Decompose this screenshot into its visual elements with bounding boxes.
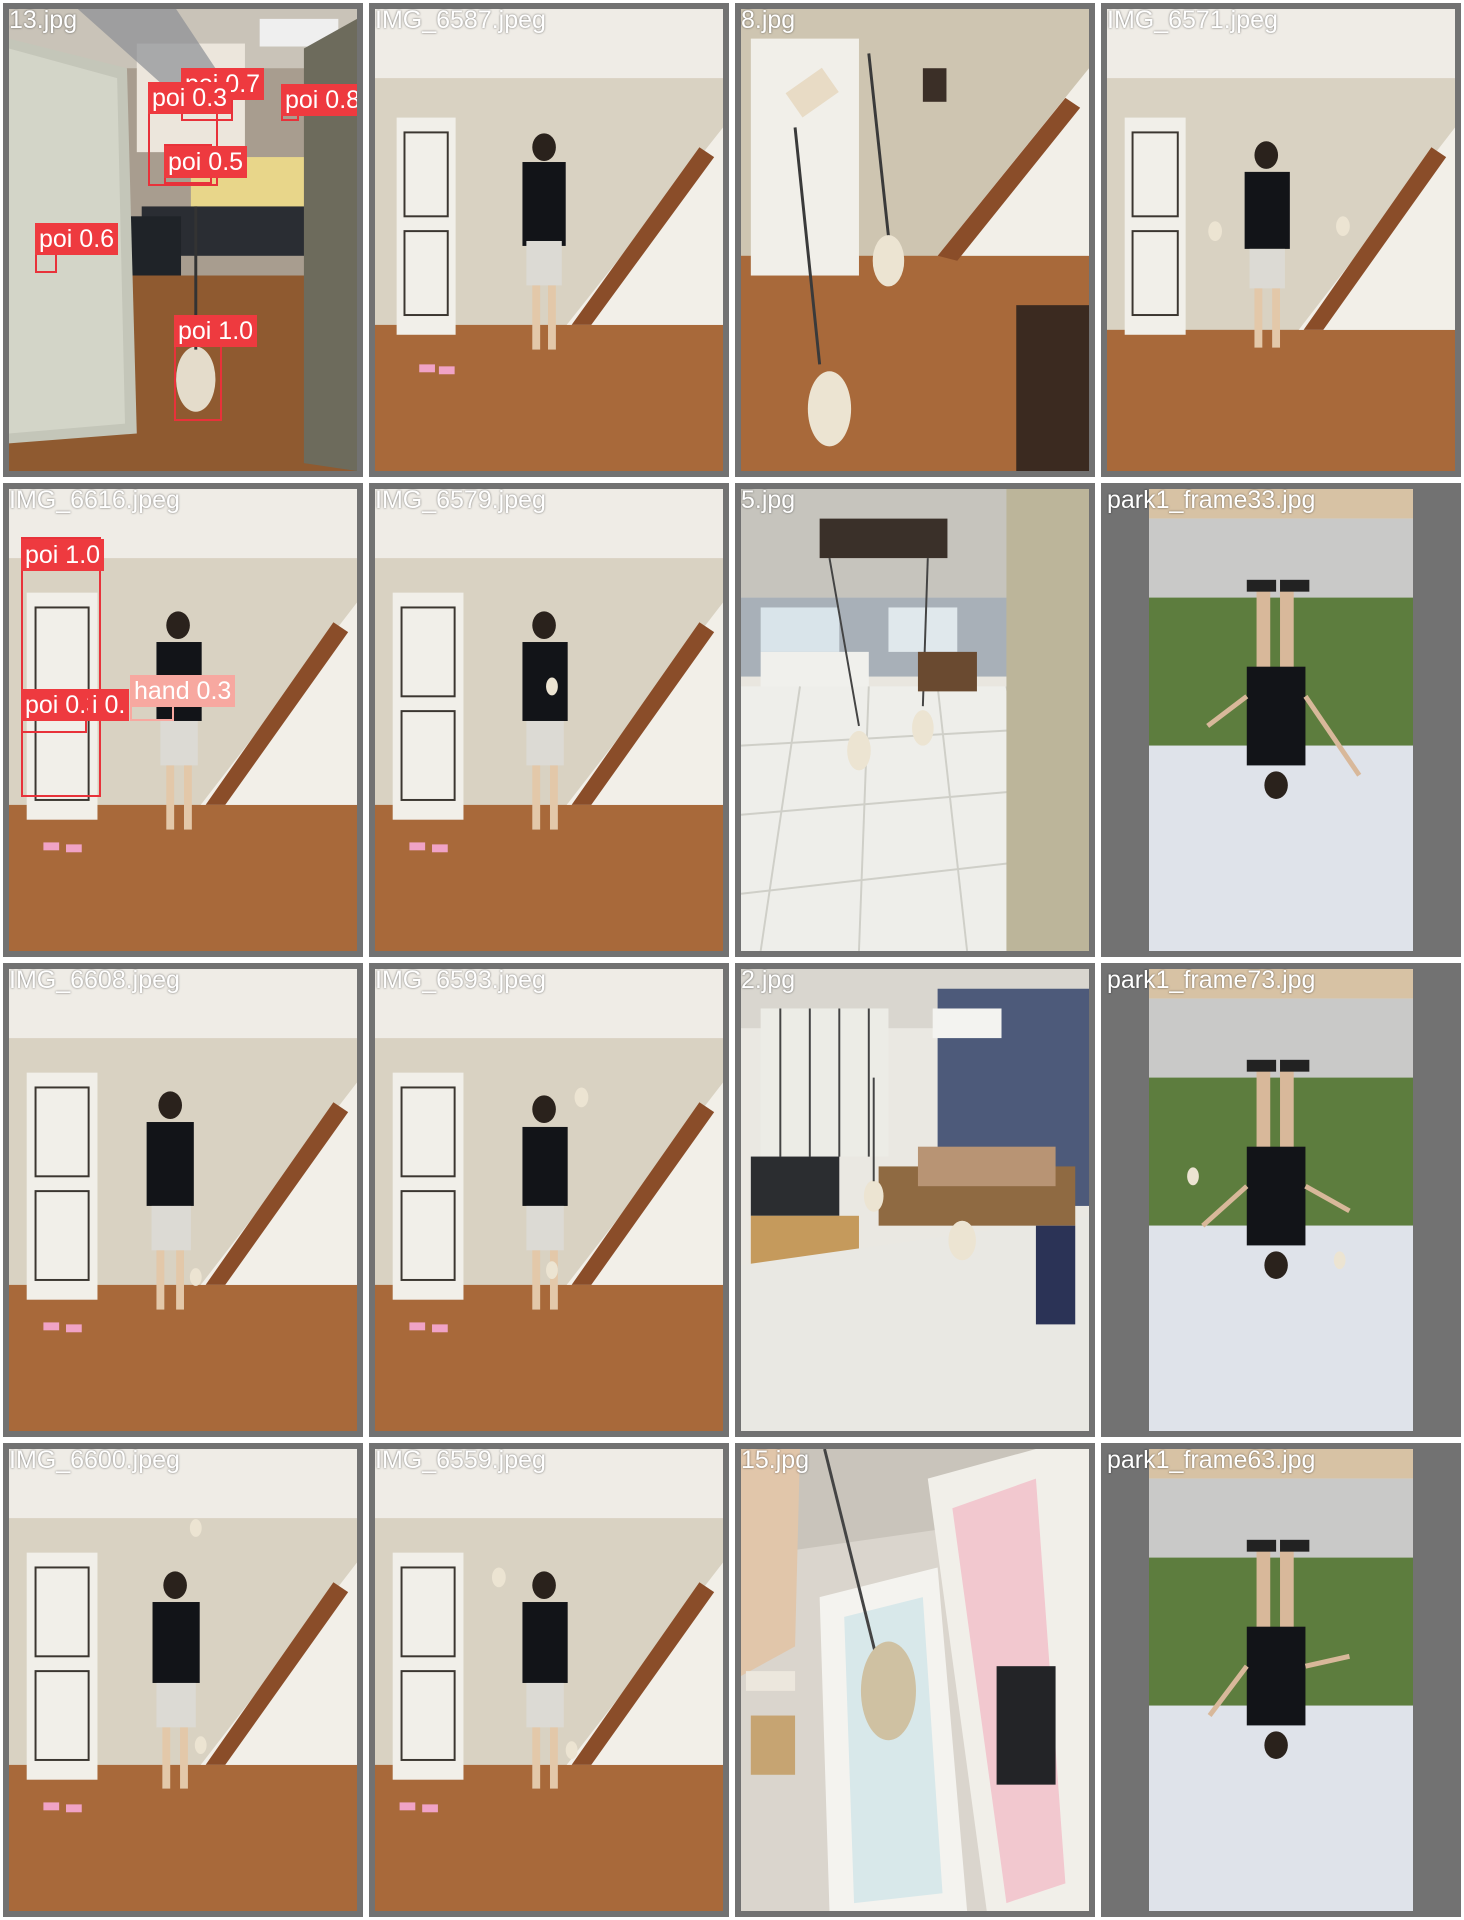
park-scene [1149,1449,1413,1911]
photo [741,489,1089,951]
tile-13[interactable]: IMG_6600.jpeg [0,1440,366,1920]
photo [375,489,723,951]
filename-label: park1_frame33.jpg [1107,486,1316,514]
hallway-scene [1107,9,1455,471]
tile-7[interactable]: 5.jpg [732,480,1098,960]
photo [9,969,357,1431]
detection-label: poi 1.0 [21,539,105,571]
tile-15[interactable]: 15.jpg [732,1440,1098,1920]
detection-box [21,537,101,797]
photo [741,969,1089,1431]
photo [9,1449,357,1911]
hallway-scene [375,489,723,951]
filename-label: IMG_6579.jpeg [375,486,546,514]
tile-3[interactable]: 8.jpg [732,0,1098,480]
tile-6[interactable]: IMG_6579.jpeg [366,480,732,960]
filename-label: IMG_6608.jpeg [9,966,180,994]
filename-label: 13.jpg [9,6,78,34]
filename-label: IMG_6559.jpeg [375,1446,546,1474]
detection-label: poi 0.5 [164,146,248,178]
filename-label: 5.jpg [741,486,796,514]
hallway-scene [375,9,723,471]
park-scene [1149,489,1413,951]
staircase-scene [741,9,1089,471]
tile-10[interactable]: IMG_6593.jpeg [366,960,732,1440]
kitchen-scene [741,489,1089,951]
dining-room-scene [741,969,1089,1431]
filename-label: IMG_6593.jpeg [375,966,546,994]
filename-label: park1_frame63.jpg [1107,1446,1316,1474]
tile-9[interactable]: IMG_6608.jpeg [0,960,366,1440]
filename-label: 2.jpg [741,966,796,994]
filename-label: park1_frame73.jpg [1107,966,1316,994]
photo: poi 1.0 poi 0.3 i 0. hand 0.3 [9,489,357,951]
photo [1149,1449,1413,1911]
photo: poi 0.7 poi 0.3 poi 0.8 poi 0.5 poi 0.6 … [9,9,357,471]
hallway-scene [9,969,357,1431]
tile-16[interactable]: park1_frame63.jpg [1098,1440,1464,1920]
detection-label: poi 0.8 [281,84,357,116]
photo [741,9,1089,471]
filename-label: IMG_6587.jpeg [375,6,546,34]
photo [375,9,723,471]
tile-1[interactable]: poi 0.7 poi 0.3 poi 0.8 poi 0.5 poi 0.6 … [0,0,366,480]
filename-label: IMG_6616.jpeg [9,486,180,514]
photo [741,1449,1089,1911]
detection-label: poi 0.3 [148,82,232,114]
hallway-scene [9,1449,357,1911]
hallway-scene [375,1449,723,1911]
photo [375,1449,723,1911]
hallway-scene [375,969,723,1431]
tile-2[interactable]: IMG_6587.jpeg [366,0,732,480]
photo [1149,489,1413,951]
tile-8[interactable]: park1_frame33.jpg [1098,480,1464,960]
photo [375,969,723,1431]
tile-4[interactable]: IMG_6571.jpeg [1098,0,1464,480]
park-scene [1149,969,1413,1431]
image-mosaic: poi 0.7 poi 0.3 poi 0.8 poi 0.5 poi 0.6 … [0,0,1464,1920]
tile-14[interactable]: IMG_6559.jpeg [366,1440,732,1920]
tile-11[interactable]: 2.jpg [732,960,1098,1440]
detection-label: hand 0.3 [130,675,236,707]
tile-5[interactable]: poi 1.0 poi 0.3 i 0. hand 0.3 IMG_6616.j… [0,480,366,960]
photo [1149,969,1413,1431]
tile-12[interactable]: park1_frame73.jpg [1098,960,1464,1440]
detection-label: i 0. [88,689,130,721]
detection-label: poi 0.6 [35,223,119,255]
filename-label: 15.jpg [741,1446,810,1474]
detection-label: poi 1.0 [174,315,258,347]
photo [1107,9,1455,471]
filename-label: IMG_6600.jpeg [9,1446,180,1474]
doorway-scene [741,1449,1089,1911]
filename-label: 8.jpg [741,6,796,34]
filename-label: IMG_6571.jpeg [1107,6,1278,34]
